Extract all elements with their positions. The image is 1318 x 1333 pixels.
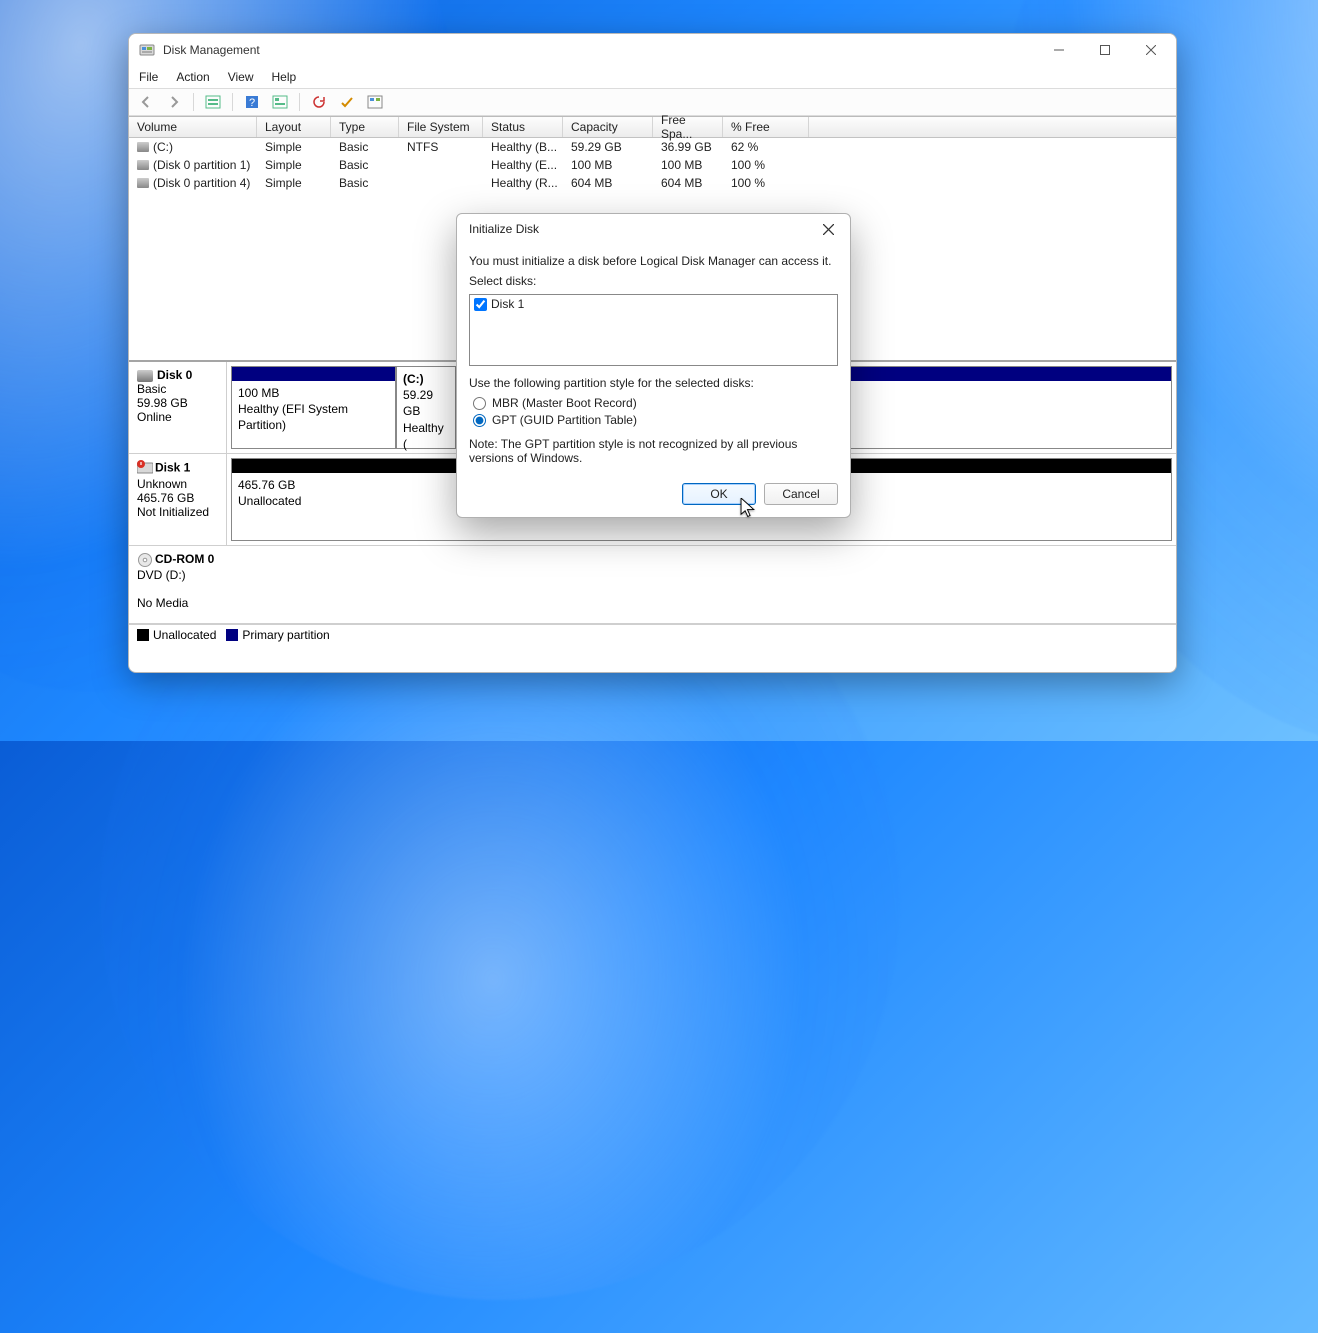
disk0-label: Disk 0 Basic 59.98 GB Online [129,362,227,453]
svg-text:?: ? [249,97,255,109]
col-type[interactable]: Type [331,117,399,137]
col-free[interactable]: Free Spa... [653,117,723,137]
dialog-title: Initialize Disk [469,222,810,236]
window-title: Disk Management [163,43,1036,57]
menu-view[interactable]: View [226,68,256,86]
gpt-radio-row[interactable]: GPT (GUID Partition Table) [473,413,838,427]
maximize-button[interactable] [1082,34,1128,66]
disk1-label: Disk 1 Unknown 465.76 GB Not Initialized [129,454,227,545]
ok-button[interactable]: OK [682,483,756,505]
toolbar: ? [129,88,1176,116]
disk-select-list[interactable]: Disk 1 [469,294,838,366]
action-button[interactable] [336,91,358,113]
disk0-partition[interactable]: (C:)59.29 GBHealthy ( [396,366,456,449]
disk0-partition[interactable]: 100 MBHealthy (EFI System Partition) [231,366,396,449]
disk-checkbox-item[interactable]: Disk 1 [474,297,833,311]
settings-button[interactable] [364,91,386,113]
app-icon [139,42,155,58]
volume-row[interactable]: (Disk 0 partition 4)SimpleBasicHealthy (… [129,174,1176,192]
dialog-intro: You must initialize a disk before Logica… [469,254,838,268]
menu-file[interactable]: File [137,68,160,86]
show-hide-tree-button[interactable] [202,91,224,113]
col-volume[interactable]: Volume [129,117,257,137]
menubar: File Action View Help [129,66,1176,88]
uninit-icon [137,460,153,477]
close-button[interactable] [1128,34,1174,66]
nav-back-button[interactable] [135,91,157,113]
disk1-checkbox[interactable] [474,298,487,311]
volume-icon [137,160,149,170]
refresh-button[interactable] [308,91,330,113]
volume-icon [137,142,149,152]
nav-forward-button[interactable] [163,91,185,113]
partition-style-label: Use the following partition style for th… [469,376,838,390]
minimize-button[interactable] [1036,34,1082,66]
volume-row[interactable]: (C:)SimpleBasicNTFSHealthy (B...59.29 GB… [129,138,1176,156]
titlebar[interactable]: Disk Management [129,34,1176,66]
col-capacity[interactable]: Capacity [563,117,653,137]
gpt-radio[interactable] [473,414,486,427]
disk-icon [137,370,153,382]
cdrom-label: CD-ROM 0 DVD (D:) No Media [129,546,227,623]
volume-list-header[interactable]: Volume Layout Type File System Status Ca… [129,117,1176,138]
properties-button[interactable] [269,91,291,113]
dialog-titlebar[interactable]: Initialize Disk [457,214,850,244]
cdrom-icon [137,552,155,566]
gpt-note: Note: The GPT partition style is not rec… [469,437,838,465]
menu-help[interactable]: Help [270,68,299,86]
col-layout[interactable]: Layout [257,117,331,137]
col-pctfree[interactable]: % Free [723,117,809,137]
col-status[interactable]: Status [483,117,563,137]
col-filesystem[interactable]: File System [399,117,483,137]
mbr-radio-row[interactable]: MBR (Master Boot Record) [473,396,838,410]
mbr-radio[interactable] [473,397,486,410]
cancel-button[interactable]: Cancel [764,483,838,505]
volume-icon [137,178,149,188]
dialog-close-button[interactable] [810,215,846,243]
volume-row[interactable]: (Disk 0 partition 1)SimpleBasicHealthy (… [129,156,1176,174]
legend: Unallocated Primary partition [129,624,1176,644]
cdrom-block[interactable]: CD-ROM 0 DVD (D:) No Media [129,546,1176,624]
select-disks-label: Select disks: [469,274,838,288]
menu-action[interactable]: Action [174,68,211,86]
initialize-disk-dialog: Initialize Disk You must initialize a di… [456,213,851,518]
help-button[interactable]: ? [241,91,263,113]
